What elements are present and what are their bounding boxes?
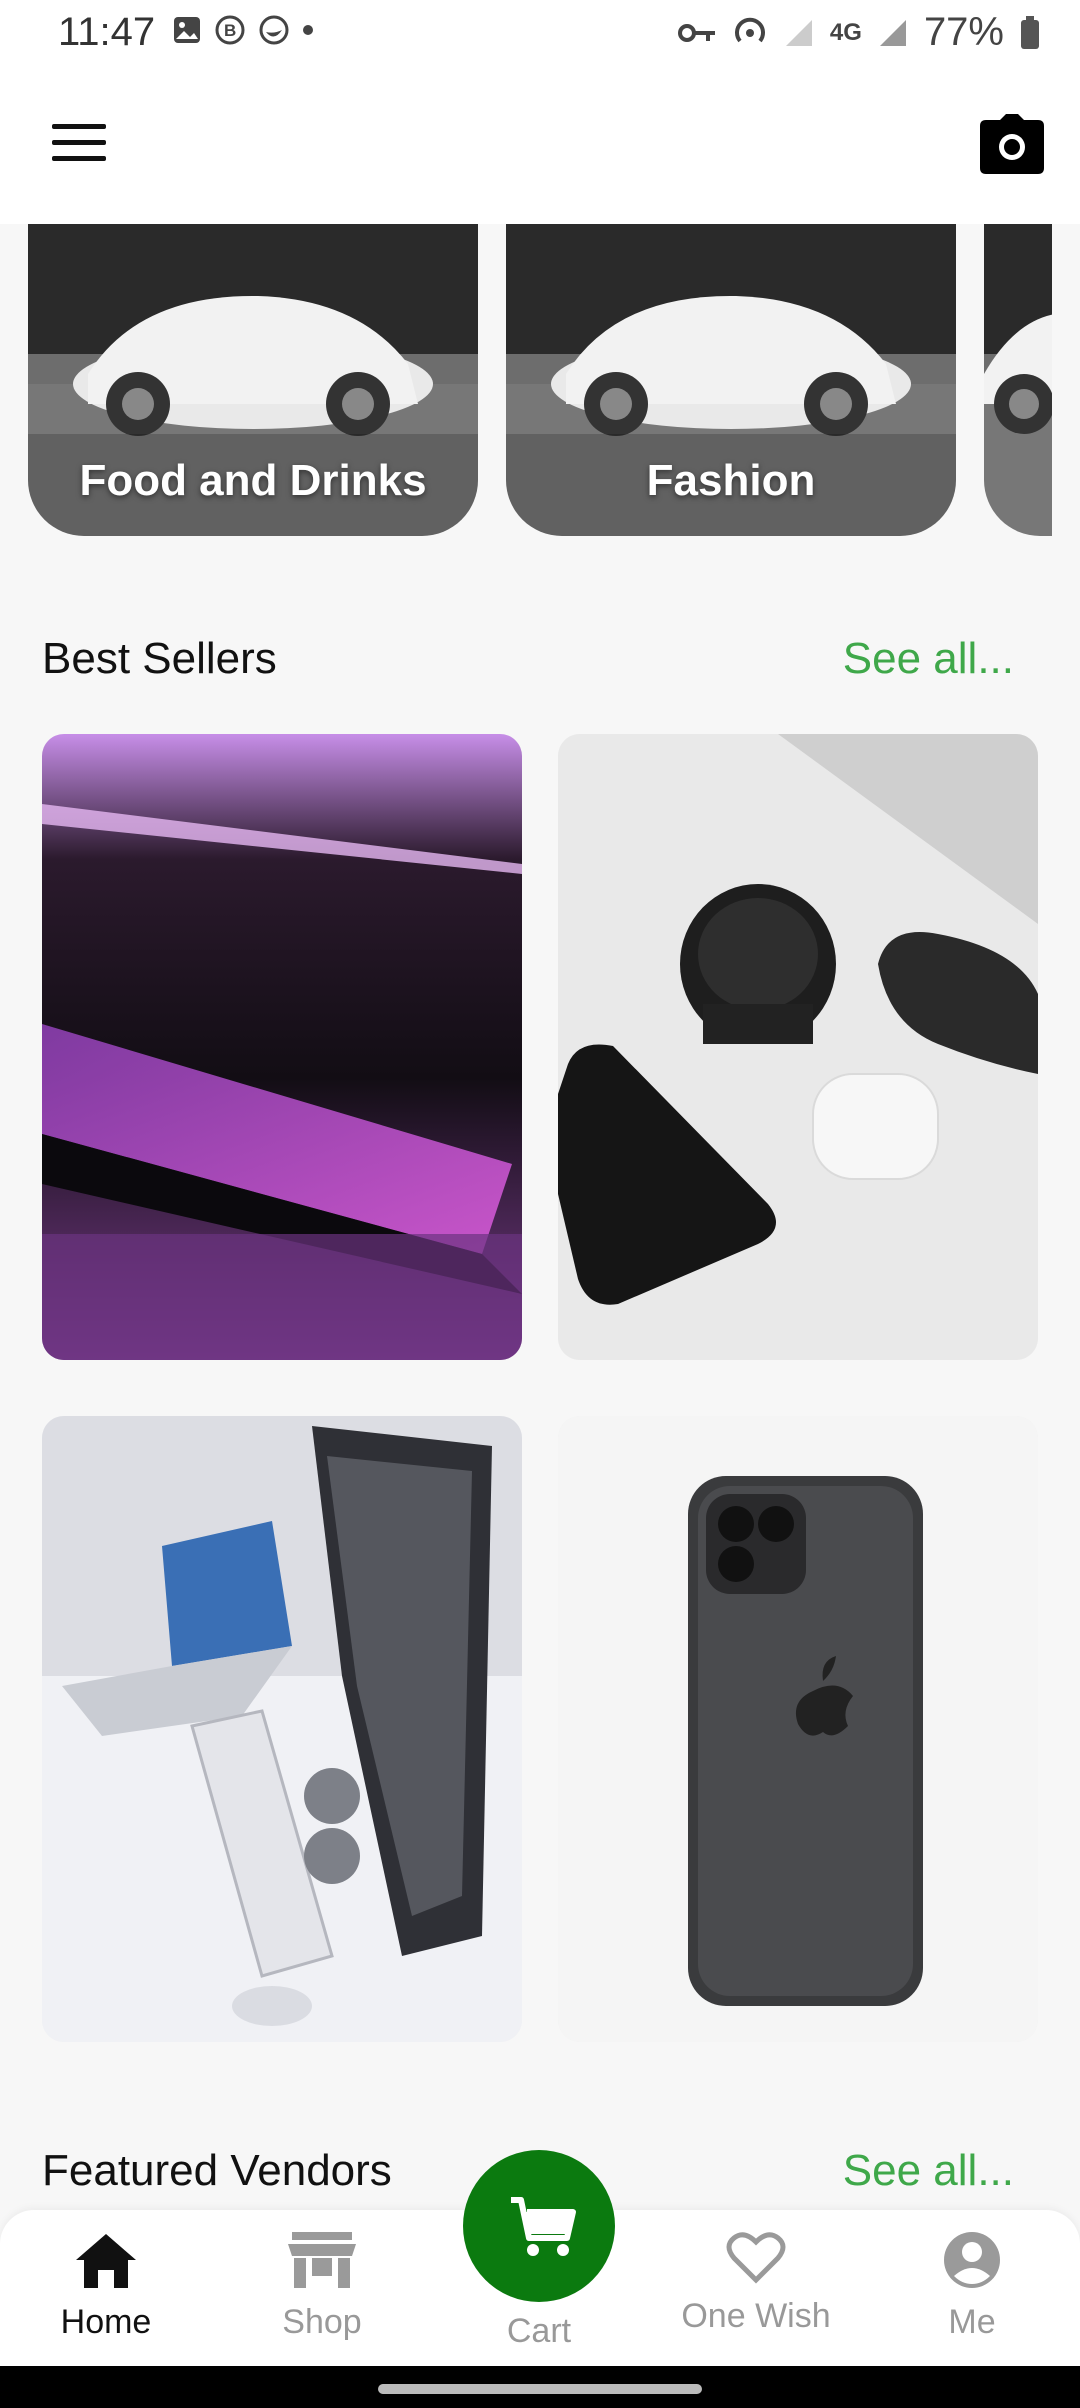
product-image (42, 1416, 522, 2042)
nav-shop[interactable]: Shop (222, 2230, 422, 2342)
category-card-food[interactable]: Food and Drinks (28, 224, 478, 536)
category-card-partial[interactable] (984, 224, 1052, 536)
best-sellers-see-all-link[interactable]: See all... (843, 634, 1014, 684)
shop-icon (288, 2232, 356, 2288)
category-carousel[interactable]: Food and Drinks Fashion (0, 224, 1052, 538)
home-indicator[interactable] (378, 2384, 702, 2394)
product-card-accessories[interactable] (558, 734, 1038, 1360)
product-image (42, 734, 522, 1360)
status-bar: 11:47 B 4G 77% (0, 0, 1080, 68)
nav-home[interactable]: Home (6, 2230, 206, 2342)
product-card-desk-setup[interactable] (42, 1416, 522, 2042)
profile-icon (944, 2232, 1000, 2288)
status-time: 11:47 (58, 10, 156, 54)
nav-me[interactable]: Me (872, 2230, 1072, 2342)
camera-icon[interactable] (978, 112, 1046, 176)
hamburger-menu-icon[interactable] (52, 124, 106, 164)
b-badge-icon: B (215, 15, 245, 45)
category-label: Food and Drinks (79, 456, 427, 505)
notification-icons: B (172, 14, 314, 46)
product-image (558, 734, 1038, 1360)
svg-text:B: B (224, 21, 236, 40)
cart-icon (511, 2197, 576, 2256)
product-card-phone-purple[interactable] (42, 734, 522, 1360)
nav-one-wish-label: One Wish (681, 2297, 831, 2335)
signal-icon-2 (879, 19, 906, 46)
product-image (558, 1416, 1038, 2042)
vpn-key-icon (677, 23, 715, 42)
nav-shop-label: Shop (282, 2303, 362, 2341)
category-card-fashion[interactable]: Fashion (506, 224, 956, 536)
nav-one-wish[interactable]: One Wish (656, 2230, 856, 2336)
battery-icon (1021, 15, 1039, 49)
nav-me-label: Me (948, 2303, 996, 2341)
signal-icon-1 (785, 19, 812, 46)
network-type: 4G (829, 18, 862, 46)
nav-home-label: Home (60, 2303, 152, 2341)
home-icon (76, 2234, 136, 2288)
product-card-iphone[interactable] (558, 1416, 1038, 2042)
gallery-icon (174, 17, 200, 43)
app-bar (0, 68, 1080, 224)
battery-percent: 77% (923, 10, 1004, 54)
cart-button[interactable] (463, 2150, 615, 2302)
cart-label: Cart (506, 2312, 572, 2350)
status-right: 4G 77% (677, 10, 1040, 55)
heart-icon (726, 2232, 786, 2284)
dot-icon (303, 25, 313, 35)
featured-vendors-title: Featured Vendors (42, 2146, 392, 2195)
best-sellers-title: Best Sellers (42, 634, 277, 683)
moon-app-icon (259, 15, 289, 45)
hotspot-icon (734, 17, 765, 42)
car-photo (984, 224, 1052, 536)
category-label: Fashion (646, 456, 816, 505)
featured-vendors-see-all-link[interactable]: See all... (843, 2146, 1014, 2196)
